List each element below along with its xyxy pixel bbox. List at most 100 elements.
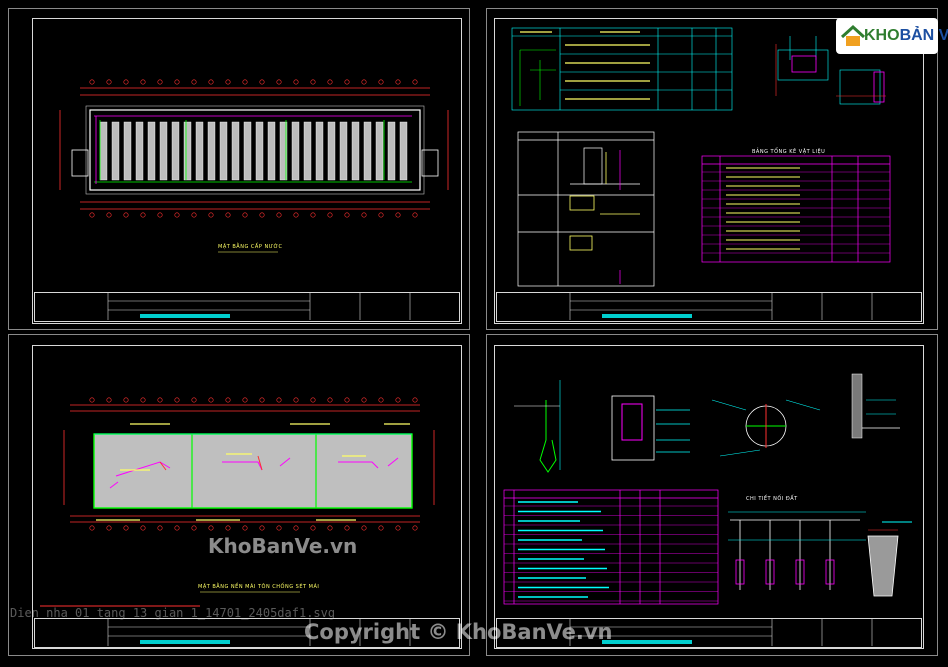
grid-bubble xyxy=(157,397,163,403)
grid-bubble xyxy=(395,79,401,85)
grid-bubble xyxy=(327,212,333,218)
bed-block xyxy=(135,121,144,181)
grid-bubble xyxy=(378,212,384,218)
grid-bubble xyxy=(412,79,418,85)
grid-bubble xyxy=(361,212,367,218)
grid-bubble xyxy=(276,212,282,218)
grid-bubble xyxy=(140,397,146,403)
grid-bubble xyxy=(157,79,163,85)
grid-bubble xyxy=(140,212,146,218)
grid-bubble xyxy=(259,79,265,85)
grid-bubble xyxy=(123,212,129,218)
grid-bubble xyxy=(412,212,418,218)
bed-block xyxy=(327,121,336,181)
grid-bubble xyxy=(310,525,316,531)
grid-bubble xyxy=(412,525,418,531)
grid-bubble xyxy=(378,79,384,85)
bed-block xyxy=(111,121,120,181)
caption-sheet1: MẶT BẰNG CẤP NƯỚC xyxy=(218,244,283,250)
grid-bubble xyxy=(191,212,197,218)
grid-bubble xyxy=(259,525,265,531)
bed-block xyxy=(291,121,300,181)
grid-bubble xyxy=(293,397,299,403)
logo-text: KHOBẢN VẼ xyxy=(864,27,948,44)
grid-bubble xyxy=(208,397,214,403)
grid-bubble xyxy=(208,212,214,218)
bed-block xyxy=(351,121,360,181)
grid-bubble xyxy=(157,212,163,218)
grid-bubble xyxy=(327,525,333,531)
grid-bubble xyxy=(361,79,367,85)
grid-bubble xyxy=(310,212,316,218)
grid-bubble xyxy=(123,397,129,403)
grid-bubble xyxy=(106,397,112,403)
house-icon xyxy=(840,24,866,46)
grid-bubble xyxy=(140,525,146,531)
grid-bubble xyxy=(310,397,316,403)
bed-block xyxy=(231,121,240,181)
grid-bubble xyxy=(89,79,95,85)
grid-bubble xyxy=(344,525,350,531)
grid-bubble xyxy=(123,525,129,531)
grid-bubble xyxy=(242,525,248,531)
bed-block xyxy=(363,121,372,181)
caption-sheet2: BẢNG TỔNG KÊ VẬT LIỆU xyxy=(752,149,826,155)
tables-sheet2 xyxy=(511,27,891,287)
grid-bubble xyxy=(293,79,299,85)
grid-bubble xyxy=(327,79,333,85)
grid-bubble xyxy=(293,212,299,218)
grid-bubble xyxy=(174,525,180,531)
grid-bubble xyxy=(395,397,401,403)
brand-logo[interactable]: KHOBẢN VẼ xyxy=(836,18,948,54)
bed-block xyxy=(147,121,156,181)
bed-block xyxy=(387,121,396,181)
grid-bubble xyxy=(259,212,265,218)
grid-bubble xyxy=(89,212,95,218)
grid-bubble xyxy=(344,79,350,85)
caption-sheet3: MẶT BẰNG NỀN MÁI TÔN CHỐNG SÉT MÁI xyxy=(198,584,320,590)
grid-bubble xyxy=(225,397,231,403)
grid-bubble xyxy=(191,525,197,531)
grid-bubble xyxy=(225,79,231,85)
grid-bubble xyxy=(276,525,282,531)
grid-bubble xyxy=(242,397,248,403)
grid-bubble xyxy=(344,397,350,403)
grid-bubble xyxy=(395,212,401,218)
grid-bubble xyxy=(174,79,180,85)
grid-bubble xyxy=(191,79,197,85)
bed-block xyxy=(195,121,204,181)
grid-bubble xyxy=(242,212,248,218)
grid-bubble xyxy=(157,525,163,531)
bed-block xyxy=(243,121,252,181)
bed-block xyxy=(375,121,384,181)
bed-block xyxy=(339,121,348,181)
grid-bubble xyxy=(140,79,146,85)
grid-bubble xyxy=(310,79,316,85)
bed-block xyxy=(123,121,132,181)
watermark-filename: Dien nha 01 tang 13 gian 1_14701_2405daf… xyxy=(10,606,336,620)
grid-bubble xyxy=(106,79,112,85)
watermark-site: KhoBanVe.vn xyxy=(208,534,358,558)
details-sheet4 xyxy=(503,373,912,605)
grid-bubble xyxy=(361,525,367,531)
grid-bubble xyxy=(89,397,95,403)
grid-bubble xyxy=(327,397,333,403)
bed-block xyxy=(303,121,312,181)
grid-bubble xyxy=(344,212,350,218)
grid-bubble xyxy=(276,397,282,403)
bed-block xyxy=(315,121,324,181)
bed-block xyxy=(219,121,228,181)
bed-block xyxy=(99,121,108,181)
grid-bubble xyxy=(259,397,265,403)
grid-bubble xyxy=(123,79,129,85)
floor-plan-sheet1 xyxy=(59,79,449,253)
bed-block xyxy=(267,121,276,181)
bed-block xyxy=(207,121,216,181)
grid-bubble xyxy=(378,525,384,531)
grid-bubble xyxy=(174,397,180,403)
caption-sheet4: CHI TIẾT NỐI ĐẤT xyxy=(746,496,798,502)
bed-block xyxy=(255,121,264,181)
grid-bubble xyxy=(395,525,401,531)
grid-bubble xyxy=(208,525,214,531)
bed-block xyxy=(399,121,408,181)
